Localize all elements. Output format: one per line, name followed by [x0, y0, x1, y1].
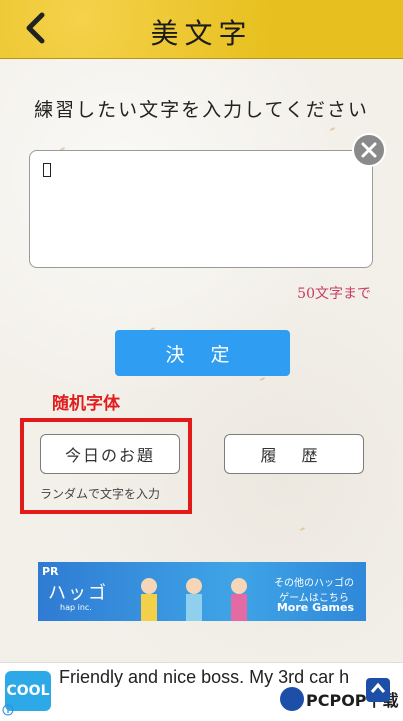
more-games-label: More Games [276, 601, 354, 614]
other-games-text: その他のハッゴの ゲームはこちら [274, 574, 354, 604]
brand-logo: ハッゴ [48, 583, 108, 604]
close-icon [361, 142, 377, 158]
brand-subtitle: hap inc. [60, 603, 92, 612]
character-illustration [141, 578, 157, 621]
character-illustration [186, 578, 202, 621]
today-topic-button[interactable]: 今日のお題 [40, 434, 180, 474]
header-bar: 美文字 [0, 0, 403, 59]
today-topic-caption: ランダムで文字を入力 [40, 487, 161, 501]
ad-info-icon[interactable] [2, 704, 14, 716]
annotation-label: 随机字体 [52, 394, 120, 414]
pr-label: PR [42, 565, 59, 578]
decide-button[interactable]: 決 定 [115, 330, 290, 376]
more-games-banner[interactable]: PR ハッゴ hap inc. その他のハッゴの ゲームはこちら More Ga… [38, 562, 366, 621]
watermark-logo-icon [280, 687, 304, 711]
history-button[interactable]: 履 歴 [224, 434, 364, 474]
character-illustration [231, 578, 247, 621]
other-games-line1: その他のハッゴの [274, 578, 354, 589]
ad-open-arrow-icon[interactable] [364, 676, 392, 704]
page-title: 美文字 [150, 17, 253, 50]
char-limit-note: 50文字まで [297, 286, 371, 302]
input-prompt: 練習したい文字を入力してください [34, 99, 369, 121]
text-cursor [43, 163, 51, 177]
text-input-area[interactable] [29, 150, 373, 268]
clear-button[interactable] [352, 133, 386, 167]
